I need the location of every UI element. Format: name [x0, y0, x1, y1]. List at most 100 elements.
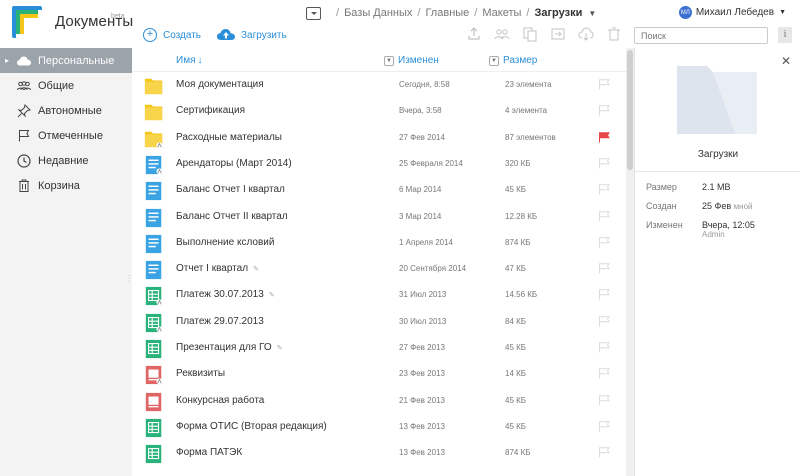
folder-preview-icon	[677, 66, 757, 134]
file-size: 45 КБ	[505, 421, 527, 431]
flag-icon[interactable]	[598, 263, 610, 274]
file-name[interactable]: Выполнение ксловий	[176, 237, 274, 248]
move-icon[interactable]	[550, 26, 566, 42]
column-header-size[interactable]: ▼ Размер	[489, 55, 537, 66]
flag-icon[interactable]	[598, 342, 610, 353]
column-header-name[interactable]: Имя ↓	[176, 55, 202, 66]
flag-icon[interactable]	[598, 158, 610, 169]
upload-label: Загрузить	[241, 29, 287, 41]
sort-down-icon: ↓	[197, 55, 203, 66]
file-size: 87 элементов	[505, 132, 556, 142]
file-modified: 3 Мар 2014	[399, 211, 442, 221]
file-name[interactable]: Форма ОТИС (Вторая редакция)	[176, 421, 327, 432]
search-input[interactable]	[634, 27, 768, 44]
people-icon	[17, 79, 31, 93]
file-name[interactable]: Реквизиты	[176, 368, 225, 379]
app-logo[interactable]	[12, 6, 46, 42]
file-name[interactable]: Моя документация	[176, 79, 264, 90]
file-name-text: Платеж 30.07.2013	[176, 289, 264, 301]
upload-button[interactable]: Загрузить	[217, 29, 287, 41]
share-icon[interactable]	[466, 26, 482, 42]
download-icon[interactable]	[578, 26, 594, 42]
file-name-text: Арендаторы (Март 2014)	[176, 157, 292, 169]
file-modified: 6 Мар 2014	[399, 185, 442, 195]
sidebar-item-personal[interactable]: Персональные	[0, 48, 132, 73]
flag-icon[interactable]	[598, 368, 610, 379]
column-modified-label: Изменен	[398, 55, 439, 66]
pin-icon: ✎	[253, 266, 259, 274]
file-name-text: Сертификация	[176, 105, 245, 117]
table-row[interactable]: Моя документация Сегодня, 8:58 23 элемента	[132, 72, 626, 98]
table-row[interactable]: Платеж 29.07.2013 30 Июл 2013 84 КБ	[132, 309, 626, 335]
users-icon[interactable]	[494, 26, 510, 42]
flag-icon[interactable]	[598, 289, 610, 300]
file-size: 84 КБ	[505, 316, 527, 326]
sheet-icon	[145, 313, 163, 333]
flag-icon[interactable]	[598, 394, 610, 406]
sidebar-item-trash[interactable]: Корзина	[0, 173, 132, 198]
table-row[interactable]: Конкурсная работа 21 Фев 2013 45 КБ	[132, 388, 626, 414]
flag-icon[interactable]	[598, 184, 610, 195]
folder-menu-icon[interactable]	[306, 6, 321, 20]
file-name[interactable]: Отчет I квартал ✎	[176, 263, 259, 274]
delete-icon[interactable]	[606, 26, 622, 42]
flag-icon[interactable]	[598, 79, 610, 90]
doc-icon	[145, 155, 163, 175]
close-icon[interactable]: ✕	[781, 54, 791, 68]
create-button[interactable]: + Создать	[143, 28, 201, 42]
info-button[interactable]: i	[778, 27, 792, 43]
table-row[interactable]: Выполнение ксловий 1 Апреля 2014 874 КБ	[132, 230, 626, 256]
list-scrollbar[interactable]	[626, 48, 634, 476]
file-size: 14 КБ	[505, 369, 527, 379]
table-row[interactable]: Платеж 30.07.2013 ✎ 31 Июл 2013 14.56 КБ	[132, 282, 626, 308]
user-menu[interactable]: МЛ Михаил Лебедев ▼	[678, 6, 786, 19]
copy-icon[interactable]	[522, 26, 538, 42]
sidebar-item-recent[interactable]: Недавние	[0, 148, 132, 173]
column-header-modified[interactable]: ▼ Изменен	[384, 55, 439, 66]
chevron-down-icon[interactable]: ▼	[588, 9, 596, 18]
sidebar-item-offline[interactable]: Автономные	[0, 98, 132, 123]
table-row[interactable]: Реквизиты 23 Фев 2013 14 КБ	[132, 361, 626, 387]
file-name[interactable]: Платеж 29.07.2013	[176, 316, 264, 327]
flag-icon	[17, 129, 31, 143]
flag-icon[interactable]	[598, 315, 610, 327]
table-row[interactable]: Арендаторы (Март 2014) 25 Февраля 2014 320…	[132, 151, 626, 177]
file-name[interactable]: Платеж 30.07.2013 ✎	[176, 289, 275, 300]
file-name[interactable]: Конкурсная работа	[176, 395, 264, 406]
table-row[interactable]: Форма ПАТЭК 13 Фев 2013 874 КБ	[132, 440, 626, 466]
flag-icon[interactable]	[598, 131, 610, 143]
resize-handle[interactable]: · · ·	[128, 272, 130, 285]
file-name[interactable]: Баланс Отчет I квартал	[176, 184, 285, 195]
sidebar-item-shared[interactable]: Общие	[0, 73, 132, 98]
file-name[interactable]: Арендаторы (Март 2014)	[176, 158, 292, 169]
file-name[interactable]: Форма ПАТЭК	[176, 447, 242, 458]
file-size: 45 КБ	[505, 185, 527, 195]
flag-icon[interactable]	[598, 421, 610, 432]
table-row[interactable]: Баланс Отчет II квартал 3 Мар 2014 12.28 К…	[132, 204, 626, 230]
flag-icon[interactable]	[598, 105, 610, 116]
table-row[interactable]: Расходные материалы 27 Фев 2014 87 элемент…	[132, 125, 626, 151]
file-name[interactable]: Баланс Отчет II квартал	[176, 211, 288, 222]
chevron-down-icon: ▼	[384, 55, 394, 66]
flag-icon[interactable]	[598, 447, 610, 458]
table-row[interactable]: Форма ОТИС (Вторая редакция) 13 Фев 2013 4…	[132, 414, 626, 440]
file-name-text: Презентация для ГО	[176, 342, 272, 353]
table-row[interactable]: Презентация для ГО ✎ 27 Фев 2013 45 КБ	[132, 335, 626, 361]
flag-icon[interactable]	[598, 210, 610, 222]
flag-icon[interactable]	[598, 237, 610, 248]
file-modified: Вчера, 3:58	[399, 106, 442, 116]
file-name-text: Баланс Отчет I квартал	[176, 184, 285, 196]
file-name[interactable]: Расходные материалы	[176, 132, 282, 143]
table-row[interactable]: Сертификация Вчера, 3:58 4 элемента	[132, 98, 626, 124]
file-name[interactable]: Презентация для ГО ✎	[176, 342, 283, 353]
breadcrumb-item[interactable]: Макеты	[482, 7, 521, 19]
file-name[interactable]: Сертификация	[176, 105, 245, 116]
breadcrumb-item[interactable]: Базы Данных	[344, 7, 412, 19]
breadcrumb-item[interactable]: Главные	[425, 7, 469, 19]
header: Документы beta / Базы Данных / Главные /…	[0, 0, 800, 48]
scrollbar-thumb[interactable]	[627, 50, 633, 170]
table-row[interactable]: Баланс Отчет I квартал 6 Мар 2014 45 КБ	[132, 177, 626, 203]
sheet-icon	[145, 418, 162, 437]
sidebar-item-starred[interactable]: Отмеченные	[0, 123, 132, 148]
table-row[interactable]: Отчет I квартал ✎ 20 Сентября 2014 47 КБ	[132, 256, 626, 282]
